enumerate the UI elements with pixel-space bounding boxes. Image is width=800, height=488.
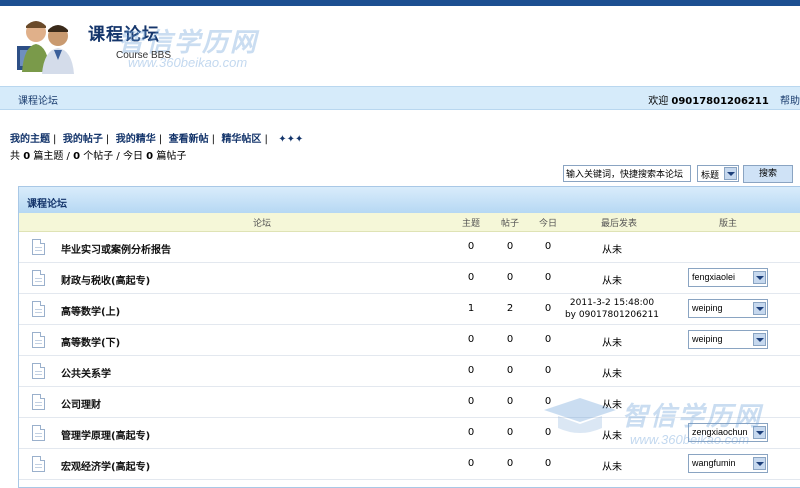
forum-link[interactable]: 公司理财: [61, 396, 101, 411]
welcome-label: 欢迎: [648, 96, 669, 107]
forum-link[interactable]: 毕业实习或案例分析报告: [61, 241, 171, 256]
link-my-topics[interactable]: 我的主题: [10, 134, 50, 145]
help-link[interactable]: 帮助: [780, 96, 800, 107]
col-posts: 帖子: [500, 219, 520, 229]
last-post: 从未: [602, 369, 622, 380]
forum-stats: 共 0 篇主题 / 0 个帖子 / 今日 0 篇帖子: [10, 151, 187, 162]
col-today: 今日: [538, 219, 558, 229]
forum-link[interactable]: 财政与税收(高起专): [61, 272, 150, 287]
col-forum: 论坛: [252, 219, 272, 229]
table-row: 公司理财 0 0 0 从未: [19, 387, 800, 418]
document-icon: [32, 270, 45, 286]
document-icon: [32, 425, 45, 441]
chevron-down-icon: [753, 457, 766, 470]
table-row: 公共关系学 0 0 0 从未: [19, 356, 800, 387]
document-icon: [32, 363, 45, 379]
moderator-select[interactable]: weiping: [688, 330, 768, 349]
moderator-select[interactable]: wangfumin: [688, 454, 768, 473]
chevron-down-icon: [753, 271, 766, 284]
link-digest-area[interactable]: 精华帖区: [221, 134, 261, 145]
last-post[interactable]: 2011-3-2 15:48:00 by 09017801206211: [565, 297, 659, 321]
forum-link[interactable]: 管理学原理(高起专): [61, 427, 150, 442]
forum-link[interactable]: 公共关系学: [61, 365, 111, 380]
document-icon: [32, 239, 45, 255]
panel-title-bar: 课程论坛: [19, 187, 800, 213]
table-row: 财政与税收(高起专) 0 0 0 从未 fengxiaolei: [19, 263, 800, 294]
moderator-select[interactable]: weiping: [688, 299, 768, 318]
table-row: 高等数学(上) 1 2 0 2011-3-2 15:48:00 by 09017…: [19, 294, 800, 325]
moderator-select[interactable]: zengxiaochun: [688, 423, 768, 442]
last-post: 从未: [602, 338, 622, 349]
last-post: 从未: [602, 431, 622, 442]
people-logo-icon: [17, 21, 74, 74]
table-header: 论坛 主题 帖子 今日 最后发表 版主: [19, 213, 800, 232]
forum-link[interactable]: 高等数学(下): [61, 334, 120, 349]
col-topics: 主题: [461, 219, 481, 229]
link-my-posts[interactable]: 我的帖子: [63, 134, 103, 145]
col-moderator: 版主: [718, 219, 738, 229]
search-button[interactable]: 搜索: [743, 165, 793, 183]
quick-links: 我的主题 | 我的帖子 | 我的精华 | 查看新帖 | 精华帖区 | ✦✦✦: [10, 134, 304, 145]
last-post: 从未: [602, 400, 622, 411]
more-links[interactable]: ✦✦✦: [278, 134, 303, 145]
search-scope-select[interactable]: 标题: [697, 165, 739, 182]
table-row: 宏观经济学(高起专) 0 0 0 从未 wangfumin: [19, 449, 800, 480]
last-post: 从未: [602, 245, 622, 256]
today-count: 0: [146, 151, 154, 162]
link-my-digest[interactable]: 我的精华: [116, 134, 156, 145]
document-icon: [32, 332, 45, 348]
table-row: 管理学原理(高起专) 0 0 0 从未 zengxiaochun: [19, 418, 800, 449]
topic-count: 0: [23, 151, 31, 162]
document-icon: [32, 301, 45, 317]
watermark-url: www.360beikao.com: [128, 55, 248, 70]
post-count: 0: [73, 151, 81, 162]
user-welcome: 欢迎 09017801206211 帮助: [648, 92, 800, 107]
document-icon: [32, 456, 45, 472]
site-header: 课程论坛 智信学历网 Course BBS www.360beikao.com: [0, 6, 800, 86]
document-icon: [32, 394, 45, 410]
moderator-select[interactable]: fengxiaolei: [688, 268, 768, 287]
last-post: 从未: [602, 276, 622, 287]
chevron-down-icon: [724, 167, 737, 180]
table-row: 毕业实习或案例分析报告 0 0 0 从未: [19, 232, 800, 263]
breadcrumb[interactable]: 课程论坛: [18, 92, 58, 107]
chevron-down-icon: [753, 333, 766, 346]
forum-link[interactable]: 高等数学(上): [61, 303, 120, 318]
link-new-posts[interactable]: 查看新帖: [169, 134, 209, 145]
col-last-post: 最后发表: [600, 219, 638, 229]
username-link[interactable]: 09017801206211: [671, 96, 768, 107]
nav-bar: 课程论坛 欢迎 09017801206211 帮助: [0, 86, 800, 110]
chevron-down-icon: [753, 426, 766, 439]
table-row: 高等数学(下) 0 0 0 从未 weiping: [19, 325, 800, 356]
chevron-down-icon: [753, 302, 766, 315]
search-input[interactable]: [563, 165, 691, 182]
panel-title: 课程论坛: [27, 199, 67, 210]
forum-panel: 课程论坛 论坛 主题 帖子 今日 最后发表 版主 毕业实习或案例分析报告 0 0…: [18, 186, 800, 488]
